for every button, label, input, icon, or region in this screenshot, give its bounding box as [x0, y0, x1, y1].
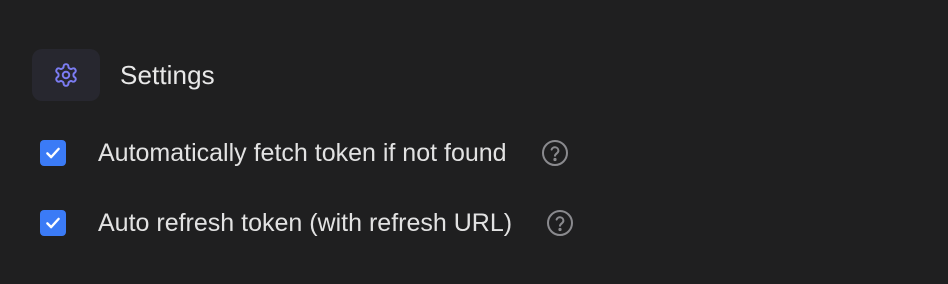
auto-refresh-token-label[interactable]: Auto refresh token (with refresh URL): [98, 209, 512, 238]
gear-icon: [53, 62, 79, 88]
auto-fetch-token-checkbox[interactable]: [40, 140, 66, 166]
auto-fetch-token-label[interactable]: Automatically fetch token if not found: [98, 139, 507, 168]
settings-icon-tile[interactable]: [32, 49, 100, 101]
checkmark-icon: [44, 214, 62, 232]
question-mark-icon[interactable]: [546, 209, 574, 237]
question-mark-icon[interactable]: [541, 139, 569, 167]
option-row-auto-refresh-token: Auto refresh token (with refresh URL): [40, 203, 574, 243]
option-row-auto-fetch-token: Automatically fetch token if not found: [40, 133, 569, 173]
settings-header: Settings: [32, 49, 215, 101]
section-title: Settings: [120, 59, 215, 90]
checkmark-icon: [44, 144, 62, 162]
auto-refresh-token-checkbox[interactable]: [40, 210, 66, 236]
